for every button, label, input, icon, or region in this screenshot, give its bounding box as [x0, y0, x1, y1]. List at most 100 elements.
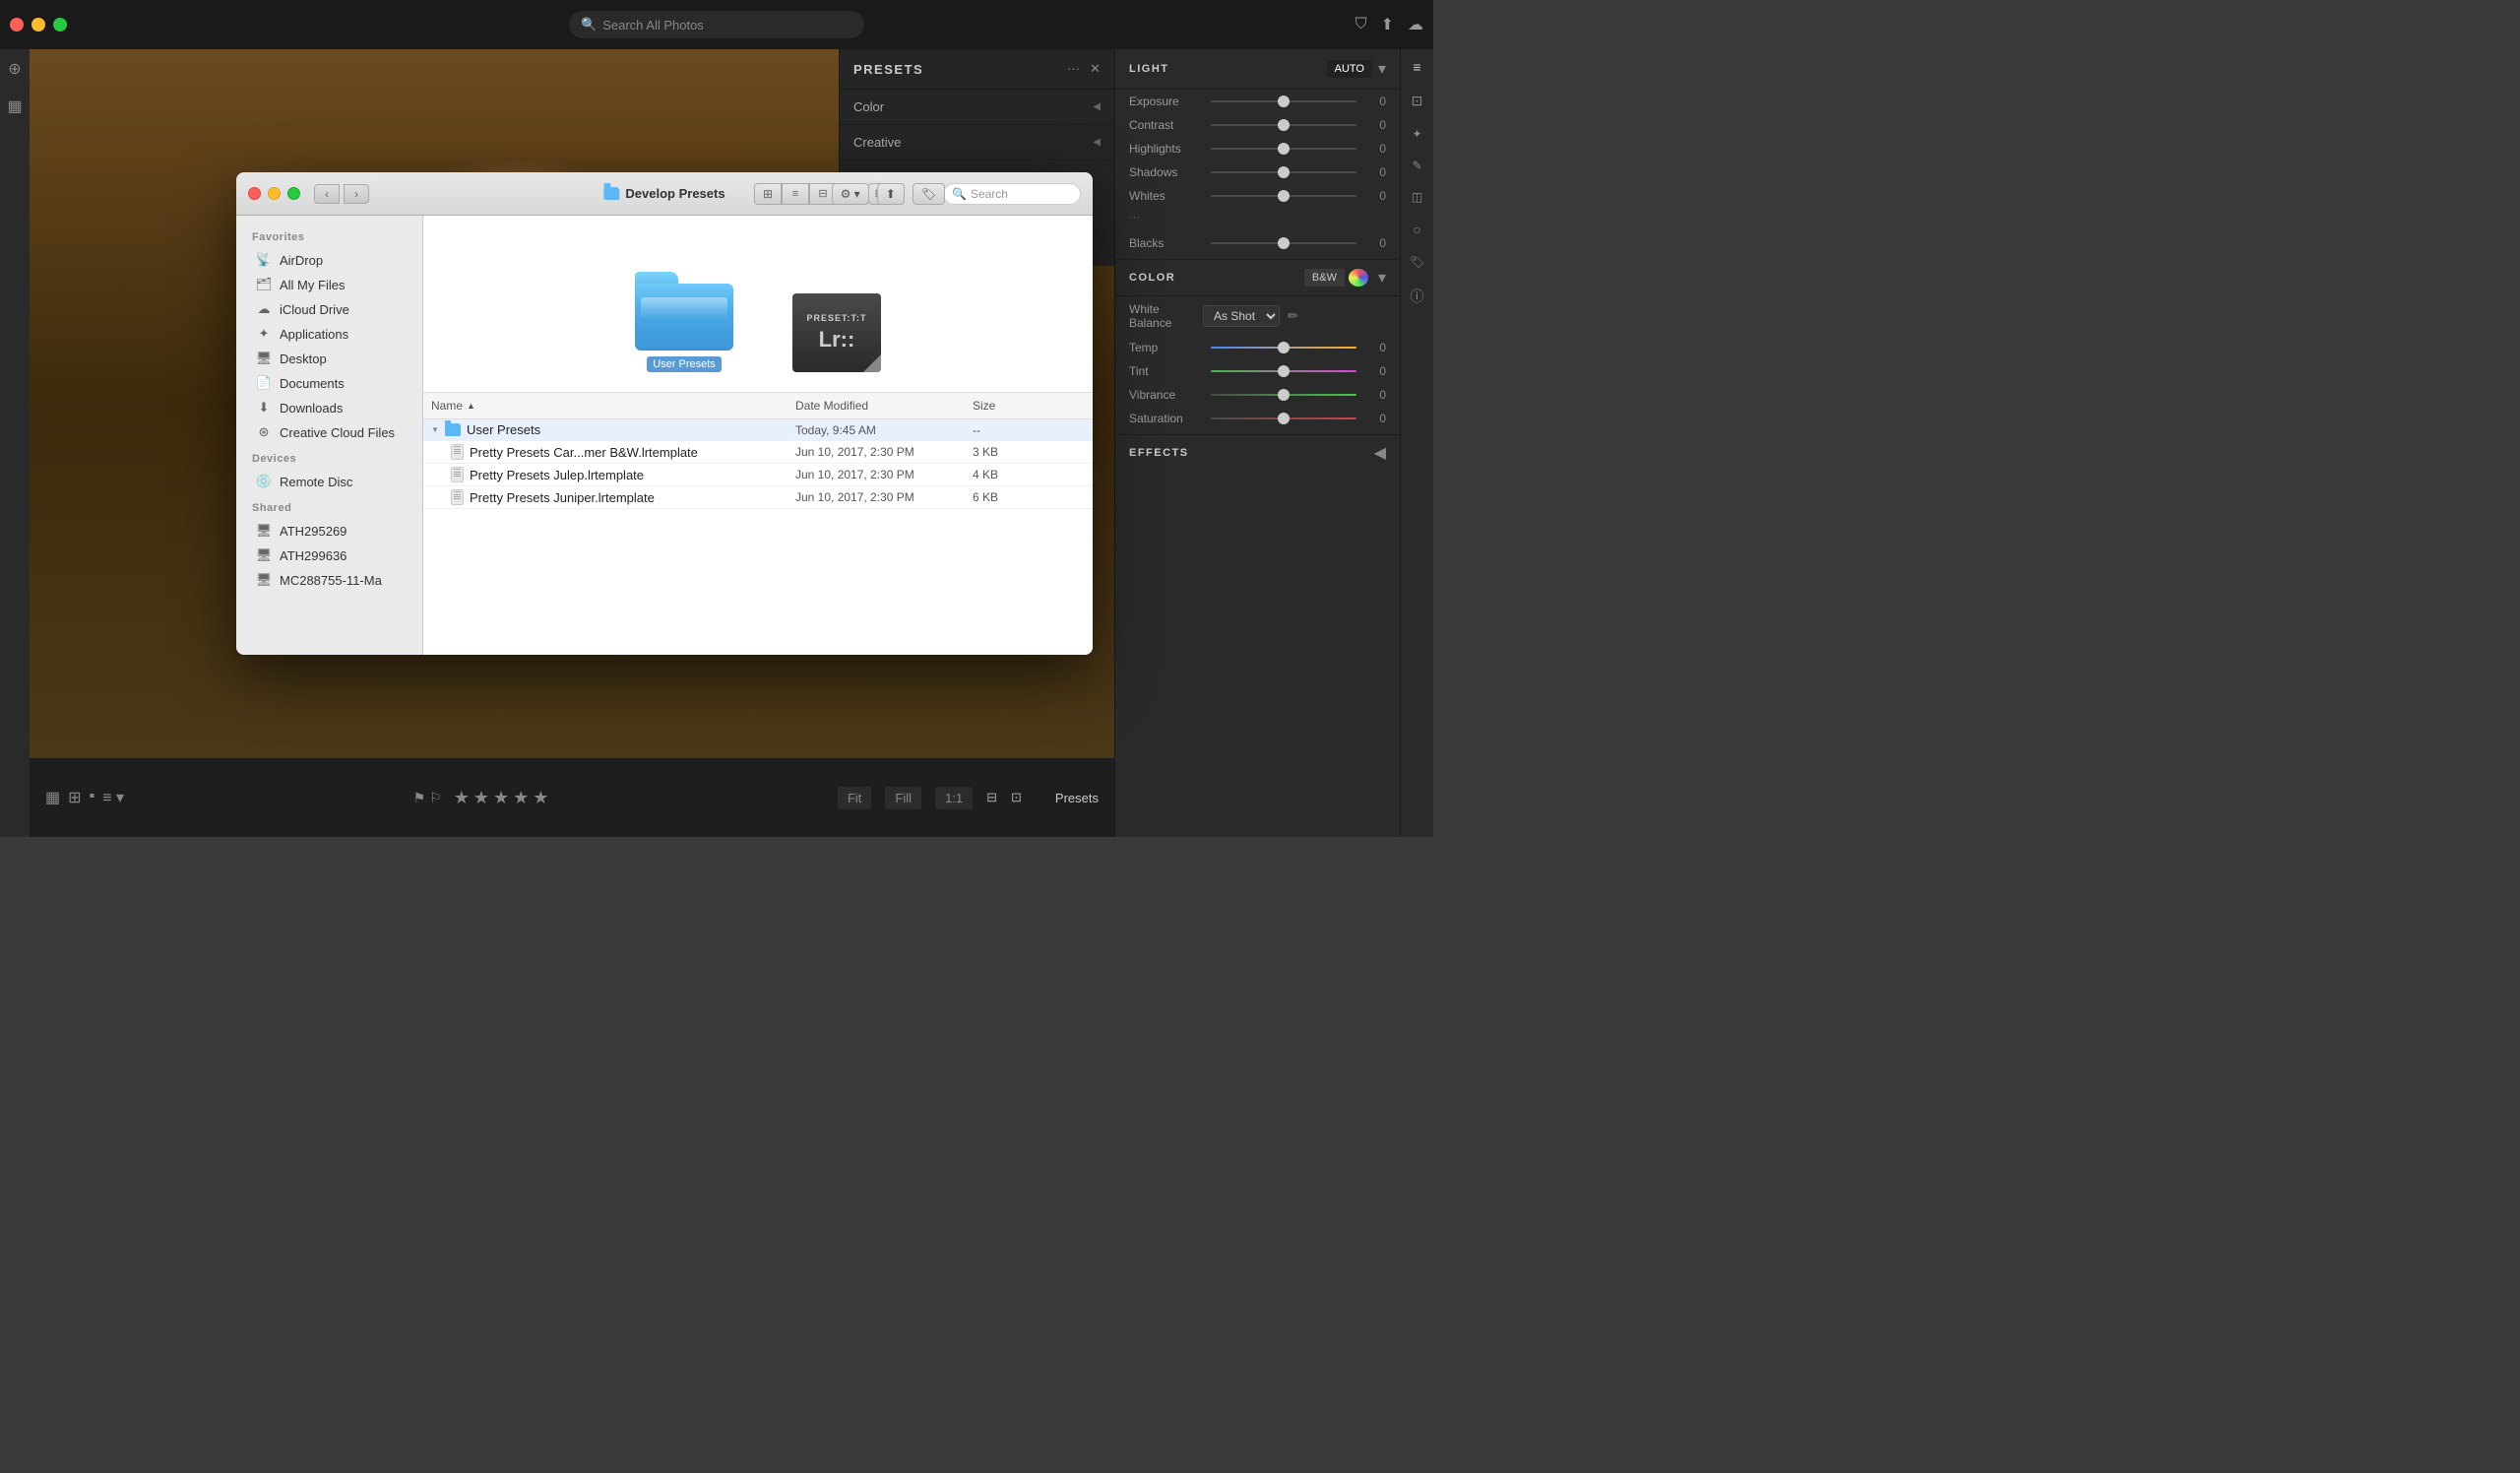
grid-icon[interactable]: ▦: [7, 96, 22, 116]
fill-button[interactable]: Fill: [885, 787, 921, 809]
documents-icon: 📄: [256, 375, 272, 391]
user-presets-folder-icon: [635, 272, 733, 351]
filmstrip-squares-icon[interactable]: ⊞: [68, 788, 81, 807]
tag-button[interactable]: 🏷: [913, 183, 945, 205]
presets-more-icon[interactable]: ···: [1067, 61, 1080, 77]
shadows-slider[interactable]: [1211, 171, 1356, 173]
brush-icon[interactable]: ✎: [1412, 159, 1421, 172]
preset-item-creative[interactable]: Creative ◀: [840, 125, 1114, 160]
name-column-header[interactable]: Name ▲: [423, 397, 788, 415]
sidebar-documents-label: Documents: [280, 376, 345, 391]
blacks-label: Blacks: [1129, 236, 1203, 250]
sidebar-item-ath295269[interactable]: 🖥 ATH295269: [240, 519, 418, 543]
sidebar-item-remote-disc[interactable]: 💿 Remote Disc: [240, 470, 418, 493]
one-one-button[interactable]: 1:1: [935, 787, 973, 809]
mask-icon[interactable]: ◫: [1412, 190, 1422, 204]
back-button[interactable]: ‹: [314, 184, 340, 204]
filmstrip-grid-icon[interactable]: ▦: [45, 788, 60, 807]
share-button[interactable]: ⬆: [877, 183, 905, 205]
light-chevron[interactable]: ▾: [1378, 59, 1386, 79]
heal-icon[interactable]: ✦: [1412, 127, 1421, 141]
reject-icon[interactable]: ⚐: [429, 790, 442, 806]
adjustments-icon[interactable]: ≡: [1413, 59, 1420, 75]
sidebar-item-airdrop[interactable]: 📡 AirDrop: [240, 248, 418, 272]
minimize-button[interactable]: [32, 18, 45, 32]
sidebar-item-desktop[interactable]: 🖥 Desktop: [240, 347, 418, 370]
icon-view-button[interactable]: ⊞: [754, 183, 782, 205]
sidebar-item-downloads[interactable]: ⬇ Downloads: [240, 396, 418, 419]
star-2[interactable]: ★: [473, 788, 489, 808]
sidebar-item-mc288755[interactable]: 🖥 MC288755-11-Ma: [240, 568, 418, 592]
date-column-header[interactable]: Date Modified: [788, 397, 965, 415]
row-date-user-presets: Today, 9:45 AM: [788, 423, 965, 437]
presets-close-icon[interactable]: ✕: [1090, 61, 1101, 77]
add-icon[interactable]: ⊕: [8, 59, 21, 79]
eyedropper-icon[interactable]: ✏: [1288, 308, 1298, 324]
circle-icon[interactable]: ○: [1413, 222, 1420, 237]
sidebar-item-applications[interactable]: ✦ Applications: [240, 322, 418, 346]
star-5[interactable]: ★: [533, 788, 548, 808]
table-row[interactable]: Pretty Presets Julep.lrtemplate Jun 10, …: [423, 464, 1093, 486]
cloud-icon[interactable]: ☁: [1408, 15, 1423, 34]
share-icon[interactable]: ⬆: [1381, 15, 1394, 34]
flag-icon[interactable]: ⚑: [413, 790, 426, 806]
vibrance-slider[interactable]: [1211, 394, 1356, 396]
exposure-slider[interactable]: [1211, 100, 1356, 102]
survey-icon[interactable]: ⊡: [1011, 790, 1022, 805]
highlights-slider[interactable]: [1211, 148, 1356, 150]
filmstrip-sort-icon[interactable]: ≡ ▾: [102, 788, 124, 807]
preset-item-color[interactable]: Color ◀: [840, 90, 1114, 125]
finder-maximize-button[interactable]: [287, 187, 300, 200]
color-chevron[interactable]: ▾: [1378, 268, 1386, 288]
lr-preset-file-item[interactable]: PRESET:T:T Lr::: [792, 293, 881, 372]
expand-triangle[interactable]: ▼: [431, 426, 439, 434]
filter-icon[interactable]: ⛉: [1355, 16, 1367, 33]
lr-right-panel: LIGHT AUTO ▾ Exposure 0 Contrast 0 Highl…: [1114, 49, 1400, 837]
blacks-slider[interactable]: [1211, 242, 1356, 244]
action-gear-button[interactable]: ⚙ ▾: [832, 183, 869, 205]
table-row[interactable]: Pretty Presets Juniper.lrtemplate Jun 10…: [423, 486, 1093, 509]
fit-button[interactable]: Fit: [838, 787, 871, 809]
user-presets-folder-item[interactable]: User Presets: [635, 272, 733, 372]
compare-icon[interactable]: ⊟: [986, 790, 997, 805]
contrast-slider[interactable]: [1211, 124, 1356, 126]
color-wheel-button[interactable]: [1349, 269, 1368, 287]
list-view-button[interactable]: ≡: [782, 183, 809, 205]
sidebar-item-cc-files[interactable]: ⊛ Creative Cloud Files: [240, 420, 418, 444]
auto-button[interactable]: AUTO: [1327, 60, 1372, 78]
size-column-header[interactable]: Size: [965, 397, 1043, 415]
sidebar-item-all-my-files[interactable]: 🗂 All My Files: [240, 273, 418, 296]
filmstrip-single-icon[interactable]: ▪: [90, 788, 95, 807]
preset-color-arrow: ◀: [1093, 101, 1101, 112]
color-section-header: COLOR B&W ▾: [1115, 259, 1400, 296]
maximize-button[interactable]: [53, 18, 67, 32]
table-row[interactable]: ▼ User Presets Today, 9:45 AM --: [423, 419, 1093, 441]
sidebar-item-icloud[interactable]: ☁ iCloud Drive: [240, 297, 418, 321]
traffic-lights: [10, 18, 67, 32]
star-3[interactable]: ★: [493, 788, 509, 808]
crop-icon[interactable]: ⊡: [1412, 93, 1423, 109]
table-row[interactable]: Pretty Presets Car...mer B&W.lrtemplate …: [423, 441, 1093, 464]
saturation-slider[interactable]: [1211, 417, 1356, 419]
lr-search-bar[interactable]: 🔍 Search All Photos: [569, 11, 864, 38]
whites-slider[interactable]: [1211, 195, 1356, 197]
finder-minimize-button[interactable]: [268, 187, 281, 200]
finder-close-button[interactable]: [248, 187, 261, 200]
file-icon-1: [451, 444, 464, 460]
finder-search[interactable]: 🔍 Search: [943, 183, 1081, 205]
effects-chevron[interactable]: ◀: [1374, 443, 1386, 463]
more-options-icon[interactable]: ···: [1129, 212, 1140, 224]
row-date-preset-3: Jun 10, 2017, 2:30 PM: [788, 490, 965, 504]
bw-button[interactable]: B&W: [1304, 269, 1345, 287]
forward-button[interactable]: ›: [344, 184, 369, 204]
white-balance-dropdown[interactable]: As Shot Auto Daylight Cloudy Custom: [1203, 305, 1280, 327]
sidebar-item-documents[interactable]: 📄 Documents: [240, 371, 418, 395]
sidebar-item-ath299636[interactable]: 🖥 ATH299636: [240, 544, 418, 567]
close-button[interactable]: [10, 18, 24, 32]
tint-slider[interactable]: [1211, 370, 1356, 372]
star-4[interactable]: ★: [513, 788, 529, 808]
tag-icon[interactable]: 🏷: [1410, 255, 1424, 269]
star-1[interactable]: ★: [454, 788, 470, 808]
info-icon[interactable]: ⓘ: [1411, 287, 1424, 306]
temp-slider[interactable]: [1211, 347, 1356, 349]
